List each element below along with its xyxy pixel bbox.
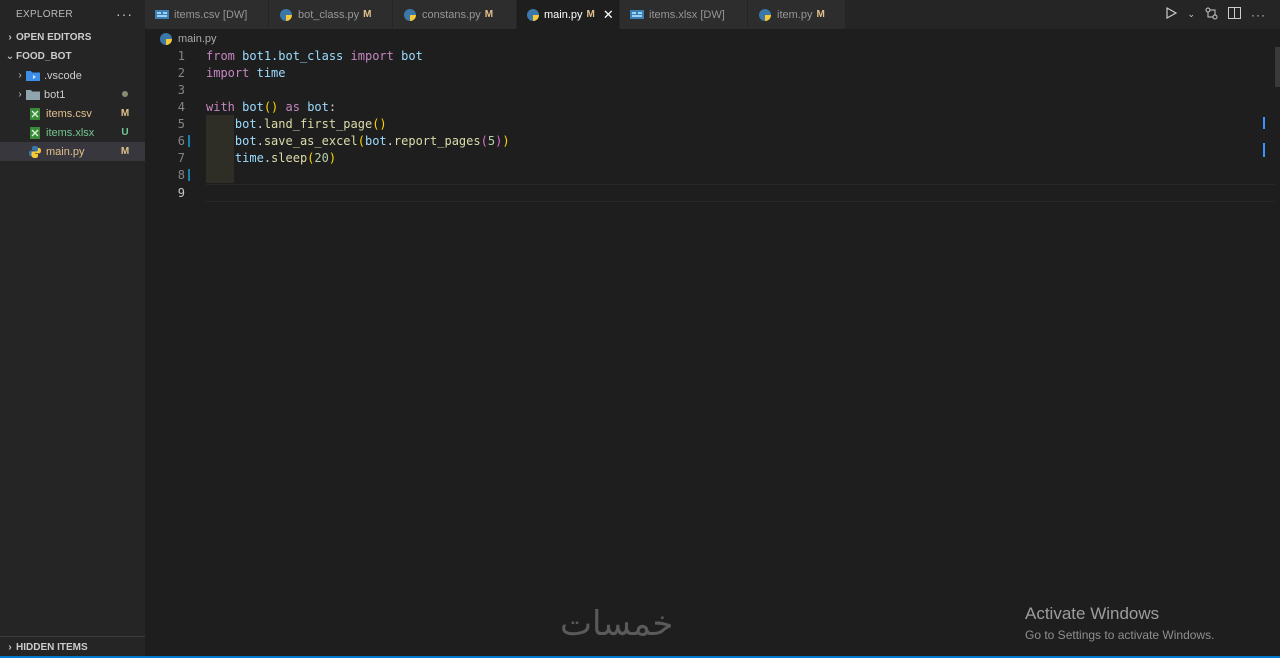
- tree-item-items-csv[interactable]: items.csv M: [0, 104, 145, 123]
- line-number: 7: [177, 150, 185, 165]
- chevron-down-icon[interactable]: ⌄: [1187, 9, 1195, 20]
- tab-label: main.py: [544, 8, 583, 21]
- tab-badge: M: [484, 9, 494, 20]
- folder-icon: [26, 89, 40, 101]
- tree-item-label: items.csv: [46, 107, 92, 120]
- folder-vscode-icon: [26, 70, 40, 82]
- python-icon: [279, 8, 293, 21]
- tab-constans[interactable]: constans.py M: [393, 0, 517, 29]
- ellipsis-icon[interactable]: ···: [1251, 8, 1266, 22]
- close-icon[interactable]: ✕: [603, 7, 614, 23]
- explorer-title: EXPLORER: [16, 8, 73, 20]
- open-editors-section[interactable]: › OPEN EDITORS: [0, 28, 145, 47]
- tab-label: constans.py: [422, 8, 481, 21]
- code-line: 6 bot.save_as_excel(bot.report_pages(5)): [145, 132, 1275, 149]
- data-wrangler-icon: [630, 9, 644, 21]
- git-status-badge: M: [120, 146, 130, 157]
- explorer-sidebar: EXPLORER ··· › OPEN EDITORS ⌄ FOOD_BOT ›…: [0, 0, 145, 658]
- editor-tab-bar: items.csv [DW] bot_class.py M constans.p…: [145, 0, 1280, 29]
- tree-item-items-xlsx[interactable]: items.xlsx U: [0, 123, 145, 142]
- explorer-header: EXPLORER ···: [0, 0, 145, 28]
- tree-item-label: main.py: [46, 145, 85, 158]
- tree-item-main-py[interactable]: main.py M: [0, 142, 145, 161]
- line-number: 6: [177, 133, 185, 148]
- chevron-down-icon: ⌄: [5, 51, 15, 62]
- breadcrumb[interactable]: main.py: [160, 30, 217, 48]
- git-status-badge: U: [121, 127, 129, 138]
- code-line: 8: [145, 166, 1275, 183]
- hidden-items-section[interactable]: › HIDDEN ITEMS: [0, 636, 145, 658]
- activate-subtitle: Go to Settings to activate Windows.: [1025, 628, 1215, 642]
- code-line: 4 with bot() as bot:: [145, 98, 1275, 115]
- tab-label: bot_class.py: [298, 8, 360, 21]
- open-editors-label: OPEN EDITORS: [16, 32, 92, 43]
- code-line: 3: [145, 81, 1275, 98]
- code-line: 9: [145, 184, 1275, 201]
- line-number: 1: [177, 48, 185, 63]
- tree-item-bot1[interactable]: › bot1: [0, 85, 145, 104]
- folder-label: FOOD_BOT: [16, 51, 72, 62]
- chevron-right-icon: ›: [18, 89, 22, 100]
- python-icon: [758, 8, 772, 21]
- code-line: 5 bot.land_first_page(): [145, 115, 1275, 132]
- breadcrumb-file[interactable]: main.py: [178, 33, 217, 45]
- activate-windows-notice: Activate Windows Go to Settings to activ…: [1025, 604, 1214, 642]
- compare-changes-icon[interactable]: [1205, 7, 1218, 23]
- watermark-logo: خمسات: [560, 604, 674, 644]
- run-icon[interactable]: [1166, 6, 1178, 22]
- tree-item-label: items.xlsx: [46, 126, 95, 139]
- line-number: 4: [177, 99, 185, 114]
- chevron-right-icon: ›: [8, 642, 12, 653]
- line-number: 2: [177, 65, 185, 80]
- python-icon: [403, 8, 417, 21]
- data-wrangler-icon: [155, 9, 169, 21]
- tree-item-label: .vscode: [44, 69, 82, 82]
- folder-section[interactable]: ⌄ FOOD_BOT: [0, 47, 145, 66]
- code-editor[interactable]: 1 from bot1.bot_class import bot 2 impor…: [145, 47, 1275, 647]
- line-number: 5: [177, 116, 185, 131]
- tab-label: item.py: [777, 8, 813, 21]
- git-status-badge: M: [120, 108, 130, 119]
- tab-label: items.csv [DW]: [174, 8, 248, 21]
- chevron-right-icon: ›: [18, 70, 22, 81]
- tab-label: items.xlsx [DW]: [649, 8, 725, 21]
- line-number: 3: [177, 82, 185, 97]
- chevron-right-icon: ›: [8, 32, 12, 43]
- overview-ruler-mark: [1263, 143, 1265, 157]
- tree-item-label: bot1: [44, 88, 66, 101]
- tab-badge: M: [816, 9, 825, 20]
- line-number: 9: [177, 185, 185, 200]
- tab-items-csv[interactable]: items.csv [DW]: [145, 0, 269, 29]
- spreadsheet-icon: [28, 126, 42, 139]
- python-icon: [527, 8, 539, 21]
- tab-badge: M: [586, 9, 595, 20]
- tree-item-vscode[interactable]: › .vscode: [0, 66, 145, 85]
- overview-ruler-mark: [1263, 117, 1265, 129]
- code-line: 1 from bot1.bot_class import bot: [145, 47, 1275, 64]
- python-icon: [28, 145, 42, 158]
- code-line: 2 import time: [145, 64, 1275, 81]
- editor-actions: ⌄ ···: [1166, 0, 1266, 29]
- tab-badge: M: [363, 9, 372, 20]
- vertical-scrollbar[interactable]: [1275, 47, 1280, 87]
- hidden-items-label: HIDDEN ITEMS: [16, 642, 88, 653]
- tab-items-xlsx[interactable]: items.xlsx [DW]: [620, 0, 748, 29]
- activate-title: Activate Windows: [1025, 604, 1160, 623]
- tab-main-py[interactable]: main.py M ✕: [517, 0, 620, 29]
- ellipsis-icon[interactable]: ···: [116, 7, 133, 21]
- modified-dot-icon: [119, 89, 131, 100]
- python-icon: [160, 33, 174, 45]
- spreadsheet-icon: [28, 107, 42, 120]
- tab-bot-class[interactable]: bot_class.py M: [269, 0, 393, 29]
- tab-item-py[interactable]: item.py M: [748, 0, 846, 29]
- line-number: 8: [177, 167, 185, 182]
- split-editor-icon[interactable]: [1228, 7, 1241, 22]
- code-line: 7 time.sleep(20): [145, 149, 1275, 166]
